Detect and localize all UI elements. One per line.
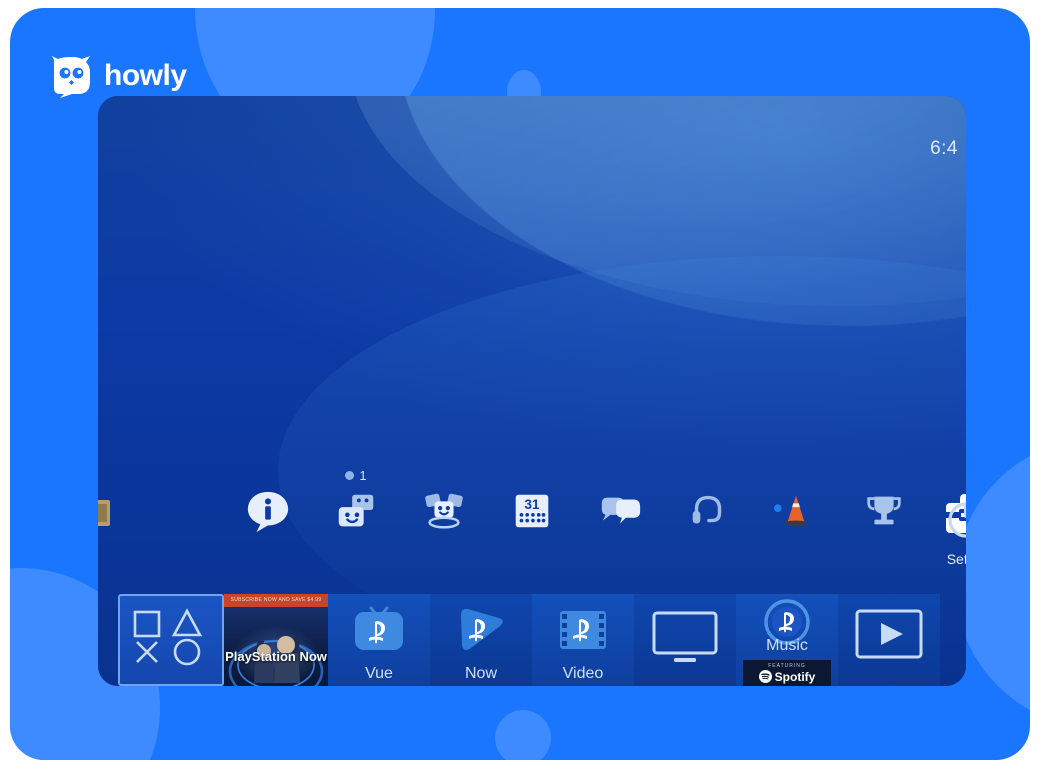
dock-tile-ps-vue[interactable]: Vue	[328, 594, 430, 686]
function-events[interactable]: 31	[484, 466, 580, 582]
power-circle-icon[interactable]	[946, 500, 966, 545]
svg-text:31: 31	[525, 497, 540, 512]
playstation-video-filmstrip-icon	[560, 611, 606, 649]
game-title: PlayStation Now	[225, 649, 327, 664]
function-row: 1 31 Set	[98, 466, 966, 586]
function-label-settings: Settings	[946, 551, 966, 567]
dock-tile-ps-shapes[interactable]	[118, 594, 224, 686]
spotify-promo-strip[interactable]: FEATURING Spotify	[743, 660, 831, 686]
events-calendar-31-icon: 31	[515, 494, 549, 528]
content-dock: SUBSCRIBE NOW AND SAVE $4.99 PlayStation…	[98, 594, 966, 686]
spotify-icon	[758, 670, 772, 683]
badge-count: 1	[359, 467, 367, 483]
messages-speech-bubbles-icon	[601, 497, 641, 524]
promo-banner: SUBSCRIBE NOW AND SAVE $4.99	[224, 594, 328, 607]
spotify-name: Spotify	[774, 669, 816, 684]
dock-tile-tv[interactable]	[634, 594, 736, 686]
dock-tile-ps-now-game[interactable]: SUBSCRIBE NOW AND SAVE $4.99 PlayStation…	[224, 594, 328, 686]
notifications-info-icon	[247, 491, 289, 533]
function-vlc[interactable]	[748, 466, 844, 582]
function-party[interactable]	[396, 466, 492, 582]
dock-tile-ps-now[interactable]: Now	[430, 594, 532, 686]
dock-tile-label: Music	[766, 637, 808, 654]
notification-badge: 1	[345, 466, 367, 484]
tv-monitor-icon	[652, 611, 718, 662]
dock-tile-media-player[interactable]	[838, 594, 940, 686]
brand-name: howly	[104, 59, 187, 92]
howly-owl-logo-icon	[52, 56, 90, 98]
playstation-screen: 6:4 1 31 Set SUBSCRIBE NOW AND SAVE $4.9…	[98, 96, 966, 686]
dock-tile-label: Video	[562, 665, 604, 682]
function-notifications[interactable]	[220, 466, 316, 582]
playstation-shapes-icon	[133, 608, 203, 666]
trophy-icon	[867, 496, 901, 525]
dock-tile-label: Now	[464, 665, 497, 682]
function-messages[interactable]	[572, 466, 668, 582]
function-friends[interactable]	[660, 466, 756, 582]
app-thumbnail-icon[interactable]	[98, 500, 118, 535]
decorative-circle	[955, 438, 1030, 728]
system-clock: 6:4	[930, 138, 958, 159]
playstation-now-play-icon	[461, 608, 503, 650]
page-root: howly 6:4 1 31 Set SUBSCRIBE NOW AND SAV…	[0, 0, 1040, 768]
party-faces-icon	[425, 493, 463, 529]
play-button-screen-icon	[855, 609, 923, 659]
game-cover-art: PlayStation Now	[224, 607, 328, 686]
dock-tile-ps-music[interactable]: Music FEATURING Spotify	[736, 594, 838, 686]
badge-dot	[345, 470, 355, 480]
dock-tile-ps-video[interactable]: Video	[532, 594, 634, 686]
function-whats-new[interactable]: 1	[308, 466, 404, 582]
brand-logo: howly	[50, 54, 187, 98]
vlc-traffic-cone-icon	[773, 495, 808, 527]
decorative-circle	[495, 710, 551, 760]
playstation-vue-tv-icon	[355, 606, 403, 650]
brand-card: howly 6:4 1 31 Set SUBSCRIBE NOW AND SAV…	[10, 8, 1030, 760]
friends-headset-icon	[692, 495, 722, 524]
featuring-label: FEATURING	[768, 663, 806, 669]
whats-new-cards-icon	[338, 494, 374, 527]
dock-tile-label: Vue	[365, 665, 393, 682]
function-trophies[interactable]	[836, 466, 932, 582]
